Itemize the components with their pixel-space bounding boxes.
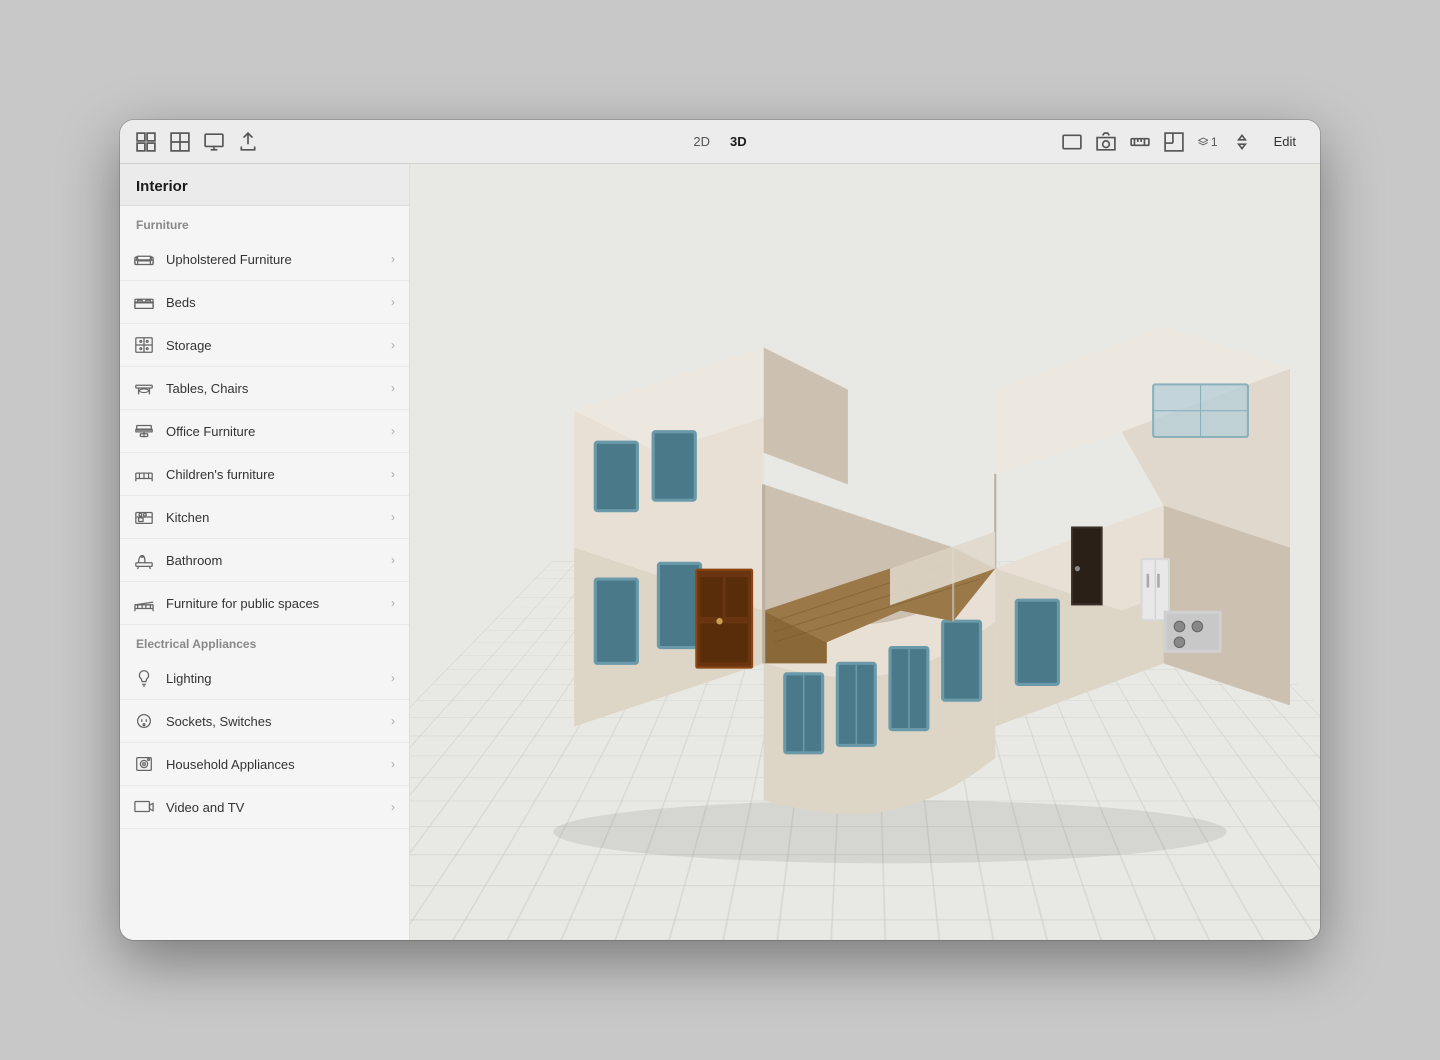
view-2d-button[interactable]: 2D — [687, 132, 716, 151]
floor-icon[interactable] — [170, 132, 190, 152]
bathroom-icon — [132, 548, 156, 572]
public-icon — [132, 591, 156, 615]
bathroom-label: Bathroom — [166, 553, 381, 568]
sidebar-item-kitchen[interactable]: Kitchen › — [120, 496, 409, 539]
sidebar-item-public[interactable]: Furniture for public spaces › — [120, 582, 409, 625]
layers-count: 1 — [1211, 135, 1218, 149]
sidebar-item-children[interactable]: Children's furniture › — [120, 453, 409, 496]
edit-button[interactable]: Edit — [1266, 132, 1304, 151]
chevron-icon: › — [391, 252, 395, 266]
storage-label: Storage — [166, 338, 381, 353]
toolbar-right: 1 Edit — [769, 132, 1304, 152]
lighting-label: Lighting — [166, 671, 381, 686]
sidebar-item-beds[interactable]: Beds › — [120, 281, 409, 324]
appliances-icon — [132, 752, 156, 776]
children-icon — [132, 462, 156, 486]
share-icon[interactable] — [238, 132, 258, 152]
sidebar-item-tables[interactable]: Tables, Chairs › — [120, 367, 409, 410]
floor-plan-icon[interactable] — [1164, 132, 1184, 152]
sidebar-item-storage[interactable]: Storage › — [120, 324, 409, 367]
table-icon — [132, 376, 156, 400]
sidebar-header: Interior — [120, 164, 409, 206]
chevron-icon: › — [391, 467, 395, 481]
chevron-icon: › — [391, 338, 395, 352]
video-label: Video and TV — [166, 800, 381, 815]
chevron-icon: › — [391, 381, 395, 395]
kitchen-icon — [132, 505, 156, 529]
sidebar-item-bathroom[interactable]: Bathroom › — [120, 539, 409, 582]
section-electrical-label: Electrical Appliances — [120, 625, 409, 657]
chevron-icon: › — [391, 295, 395, 309]
monitor-icon[interactable] — [204, 132, 224, 152]
chevron-icon: › — [391, 510, 395, 524]
sidebar-item-lighting[interactable]: Lighting › — [120, 657, 409, 700]
public-label: Furniture for public spaces — [166, 596, 381, 611]
toolbar-center: 2D 3D — [687, 132, 752, 151]
camera-icon[interactable] — [1096, 132, 1116, 152]
upholstered-label: Upholstered Furniture — [166, 252, 381, 267]
chevron-icon: › — [391, 596, 395, 610]
tables-label: Tables, Chairs — [166, 381, 381, 396]
sofa-icon — [132, 247, 156, 271]
children-label: Children's furniture — [166, 467, 381, 482]
chevron-icon: › — [391, 800, 395, 814]
toolbar: 2D 3D — [120, 120, 1320, 164]
view-3d-button[interactable]: 3D — [724, 132, 753, 151]
view-rect-icon[interactable] — [1062, 132, 1082, 152]
bed-icon — [132, 290, 156, 314]
toolbar-left — [136, 132, 671, 152]
chevron-icon: › — [391, 714, 395, 728]
measure-icon[interactable] — [1130, 132, 1150, 152]
main-content: Interior Furniture Upholstered Furniture… — [120, 164, 1320, 940]
sort-icon[interactable] — [1232, 132, 1252, 152]
sidebar-item-appliances[interactable]: Household Appliances › — [120, 743, 409, 786]
app-window: 2D 3D — [120, 120, 1320, 940]
layers-icon[interactable]: 1 — [1198, 132, 1218, 152]
chevron-icon: › — [391, 553, 395, 567]
appliances-label: Household Appliances — [166, 757, 381, 772]
chevron-icon: › — [391, 671, 395, 685]
chevron-icon: › — [391, 757, 395, 771]
grid-icon[interactable] — [136, 132, 156, 152]
storage-icon — [132, 333, 156, 357]
floorplan-3d — [490, 194, 1290, 880]
video-icon — [132, 795, 156, 819]
kitchen-label: Kitchen — [166, 510, 381, 525]
sidebar-item-sockets[interactable]: Sockets, Switches › — [120, 700, 409, 743]
sidebar-item-office[interactable]: Office Furniture › — [120, 410, 409, 453]
chevron-icon: › — [391, 424, 395, 438]
sockets-label: Sockets, Switches — [166, 714, 381, 729]
lighting-icon — [132, 666, 156, 690]
section-furniture-label: Furniture — [120, 206, 409, 238]
sidebar-item-video[interactable]: Video and TV › — [120, 786, 409, 829]
sockets-icon — [132, 709, 156, 733]
beds-label: Beds — [166, 295, 381, 310]
sidebar: Interior Furniture Upholstered Furniture… — [120, 164, 410, 940]
office-icon — [132, 419, 156, 443]
canvas-area[interactable] — [410, 164, 1320, 940]
sidebar-item-upholstered[interactable]: Upholstered Furniture › — [120, 238, 409, 281]
office-label: Office Furniture — [166, 424, 381, 439]
